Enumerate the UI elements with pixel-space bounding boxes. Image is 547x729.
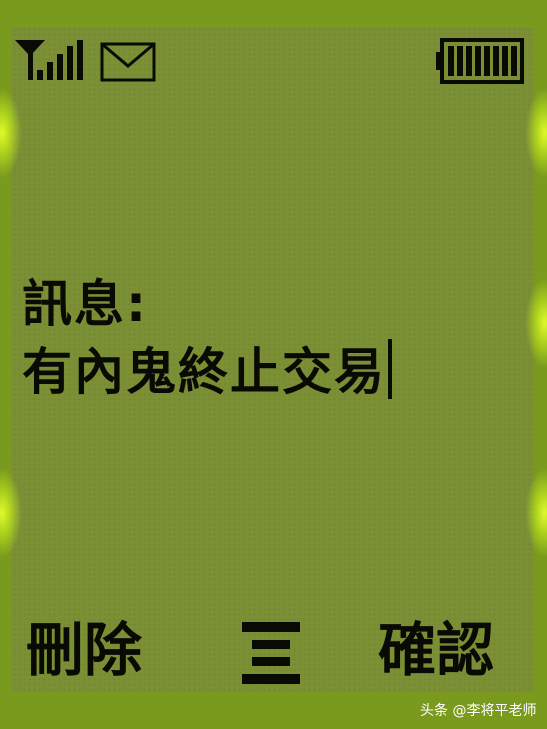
message-body[interactable]: 有內鬼終止交易	[22, 336, 532, 408]
delete-softkey[interactable]: 刪除	[26, 610, 142, 690]
battery-full-icon	[436, 38, 524, 84]
confirm-softkey[interactable]: 確認	[378, 610, 494, 690]
signal-bars-icon	[15, 40, 83, 80]
message-area: 訊息: 有內鬼終止交易	[22, 272, 532, 408]
watermark: 头条 @李将平老师	[420, 703, 537, 719]
message-label: 訊息:	[22, 275, 148, 333]
envelope-icon	[100, 42, 156, 82]
menu-icon[interactable]	[242, 620, 300, 686]
text-cursor	[388, 339, 392, 399]
message-text: 有內鬼終止交易	[22, 343, 386, 401]
